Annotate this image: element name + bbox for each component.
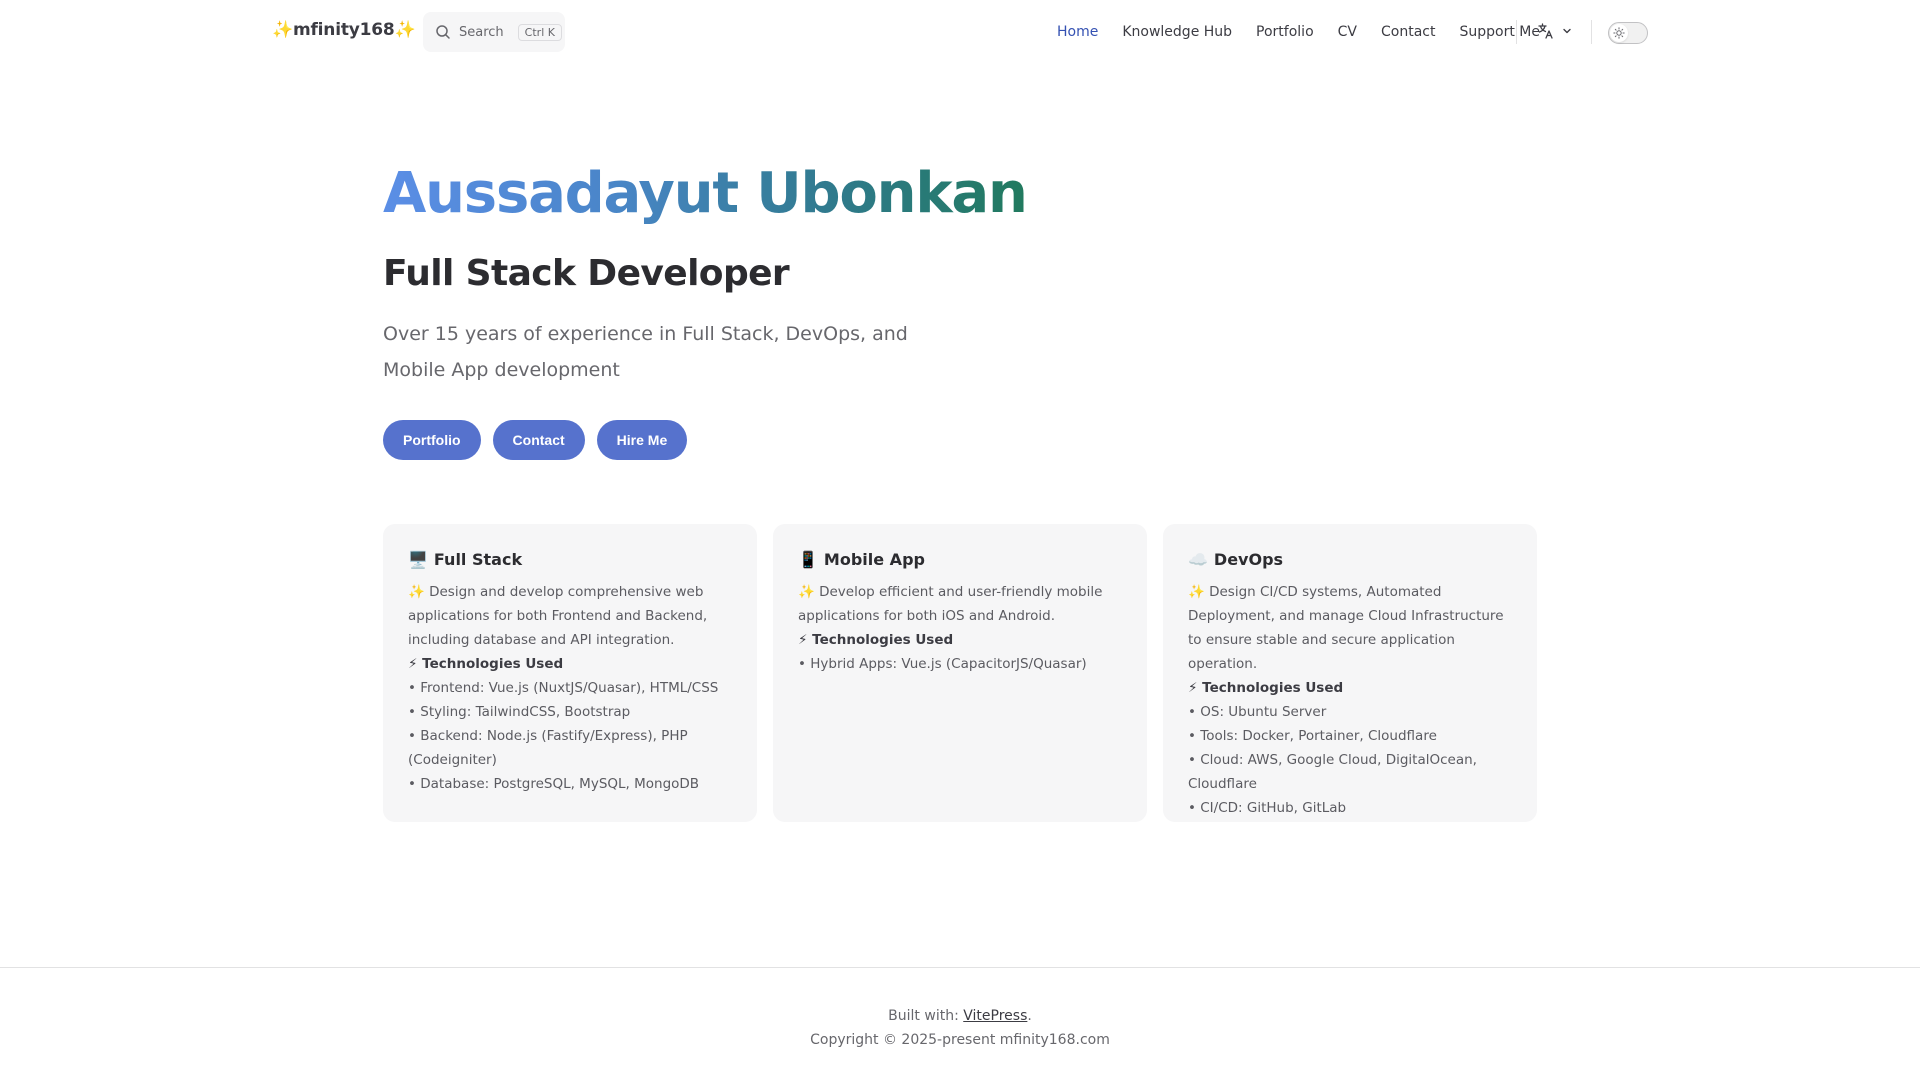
- language-switcher[interactable]: [1537, 22, 1573, 40]
- feature-title-text: DevOps: [1213, 550, 1284, 569]
- feature-title-text: Full Stack: [433, 550, 523, 569]
- feature-description: ✨ Design CI/CD systems, Automated Deploy…: [1188, 584, 1504, 672]
- tech-heading: ⚡ Technologies Used: [798, 632, 954, 648]
- built-with-suffix: .: [1027, 1008, 1032, 1024]
- sun-icon: [1613, 27, 1625, 39]
- feature-card-full-stack: 🖥️ Full Stack ✨ Design and develop compr…: [383, 524, 757, 822]
- contact-button[interactable]: Contact: [492, 420, 585, 460]
- hire-me-button[interactable]: Hire Me: [596, 420, 688, 460]
- tech-item: • Cloud: AWS, Google Cloud, DigitalOcean…: [1188, 752, 1477, 792]
- nav-item-home[interactable]: Home: [1057, 22, 1098, 42]
- chevron-down-icon: [1563, 28, 1571, 34]
- hero-actions: Portfolio Contact Hire Me: [383, 420, 699, 460]
- search-button[interactable]: Search Ctrl K: [423, 12, 565, 52]
- tech-item: • Frontend: Vue.js (NuxtJS/Quasar), HTML…: [408, 680, 719, 696]
- search-label: Search: [459, 24, 504, 40]
- copyright: Copyright © 2025-present mfinity168.com: [810, 1032, 1110, 1048]
- tech-item: • Backend: Node.js (Fastify/Express), PH…: [408, 728, 688, 768]
- translate-icon: [1538, 23, 1553, 39]
- feature-title: ☁️ DevOps: [1188, 548, 1512, 572]
- site-footer: Built with: VitePress. Copyright © 2025-…: [0, 967, 1920, 1080]
- tech-item: • Styling: TailwindCSS, Bootstrap: [408, 704, 631, 720]
- features-section: 🖥️ Full Stack ✨ Design and develop compr…: [383, 524, 1537, 822]
- feature-description: ✨ Develop efficient and user-friendly mo…: [798, 584, 1103, 624]
- nav-divider: [1516, 20, 1517, 44]
- site-logo[interactable]: ✨mfinity168✨: [272, 20, 416, 40]
- feature-title-text: Mobile App: [823, 550, 925, 569]
- nav-item-support-me[interactable]: Support Me: [1459, 22, 1540, 42]
- built-with: Built with: VitePress.: [0, 1004, 1920, 1028]
- tech-item: • Hybrid Apps: Vue.js (CapacitorJS/Quasa…: [798, 656, 1087, 672]
- feature-card-devops: ☁️ DevOps ✨ Design CI/CD systems, Automa…: [1163, 524, 1537, 822]
- hero-title: Full Stack Developer: [383, 253, 790, 294]
- hero-name: Aussadayut Ubonkan: [383, 158, 1028, 230]
- search-icon: [436, 25, 450, 39]
- built-with-prefix: Built with:: [888, 1008, 964, 1024]
- tech-item: • Database: PostgreSQL, MySQL, MongoDB: [408, 776, 700, 792]
- hero-tagline: Over 15 years of experience in Full Stac…: [383, 323, 908, 381]
- theme-toggle[interactable]: [1608, 22, 1648, 44]
- cloud-icon: ☁️: [1188, 550, 1208, 569]
- tech-heading: ⚡ Technologies Used: [408, 656, 564, 672]
- vitepress-link[interactable]: VitePress: [963, 1008, 1027, 1024]
- portfolio-button[interactable]: Portfolio: [383, 420, 481, 460]
- nav-divider: [1591, 20, 1592, 44]
- nav-item-contact[interactable]: Contact: [1381, 22, 1435, 42]
- tech-heading: ⚡ Technologies Used: [1188, 680, 1344, 696]
- nav-item-cv[interactable]: CV: [1338, 22, 1357, 42]
- nav-item-knowledge-hub[interactable]: Knowledge Hub: [1122, 22, 1232, 42]
- main-menu: Home Knowledge Hub Portfolio CV Contact …: [1057, 22, 1564, 42]
- tech-item: • CI/CD: GitHub, GitLab: [1188, 800, 1347, 816]
- feature-card-mobile-app: 📱 Mobile App ✨ Develop efficient and use…: [773, 524, 1147, 822]
- mobile-phone-icon: 📱: [798, 550, 818, 569]
- feature-title: 🖥️ Full Stack: [408, 548, 732, 572]
- tech-item: • Tools: Docker, Portainer, Cloudflare: [1188, 728, 1437, 744]
- desktop-icon: 🖥️: [408, 550, 428, 569]
- feature-description: ✨ Design and develop comprehensive web a…: [408, 584, 708, 648]
- theme-toggle-knob: [1610, 24, 1628, 42]
- top-navbar: ✨mfinity168✨ Search Ctrl K Home Knowledg…: [0, 0, 1920, 64]
- tech-item: • OS: Ubuntu Server: [1188, 704, 1327, 720]
- search-shortcut: Ctrl K: [517, 23, 562, 41]
- nav-item-portfolio[interactable]: Portfolio: [1256, 22, 1314, 42]
- feature-title: 📱 Mobile App: [798, 548, 1122, 572]
